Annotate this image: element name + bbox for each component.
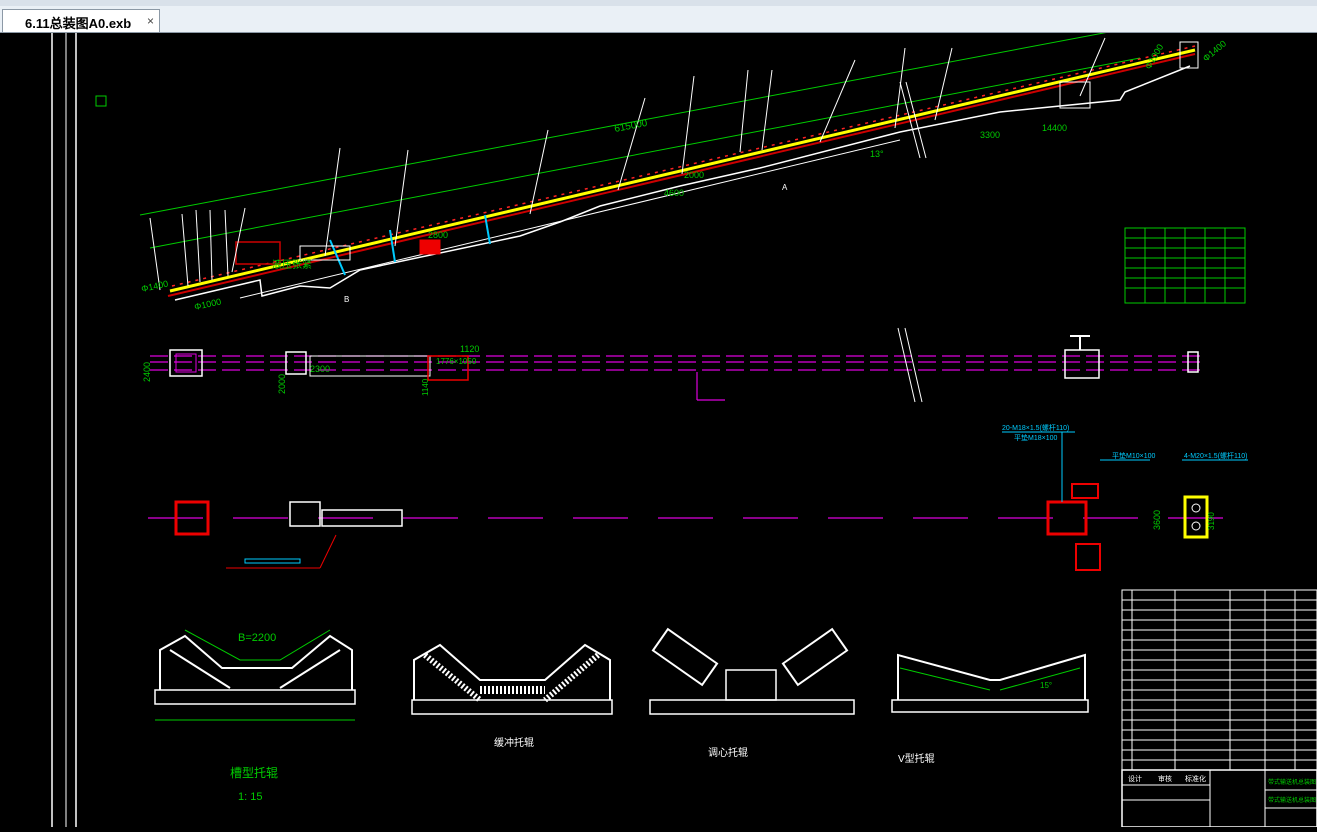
dim-3300: 3300 xyxy=(980,130,1000,140)
label-tension: 液压张紧 xyxy=(272,258,312,271)
v-idler-title: V型托辊 xyxy=(898,752,935,765)
title-block: 设计 审核 标准化 带式输送机总装图 带式输送机总装图 xyxy=(1121,769,1317,828)
plan-view: 2400 2000 2300 1120 1776×1050 1140 xyxy=(142,327,1205,403)
dim-3600: 3600 xyxy=(1152,510,1162,530)
drawing-canvas[interactable]: Φ1400 Φ1000 615000 Φ1000 Φ1400 13° 3300 … xyxy=(0,27,1317,828)
note-bolt-4: 4-M20×1.5(螺杆110) xyxy=(1184,451,1247,460)
trough-idler-title: 槽型托辊 xyxy=(230,766,278,780)
dim-d1: Φ1400 xyxy=(140,279,169,294)
title-block-name: 带式输送机总装图 xyxy=(1268,796,1316,804)
dim-d2: Φ1000 xyxy=(193,297,222,312)
dim-14400: 14400 xyxy=(1042,123,1067,133)
note-washer-18: 平垫M18×100 xyxy=(1014,433,1057,442)
note-washer-10: 平垫M10×100 xyxy=(1112,451,1155,460)
title-block-project: 带式输送机总装图 xyxy=(1268,778,1316,786)
dim-angle: 13° xyxy=(870,149,884,159)
trough-idler: B=2200 槽型托辊 1: 15 xyxy=(154,629,356,803)
dim-2000: 2000 xyxy=(684,170,704,180)
trough-scale: 1: 15 xyxy=(238,791,262,803)
buffer-idler-title: 缓冲托辊 xyxy=(494,736,534,749)
dim-plan-2000: 2000 xyxy=(277,374,287,394)
alignment-idler-title: 调心托辊 xyxy=(708,746,748,759)
dim-1120: 1120 xyxy=(460,344,479,354)
v-idler: 15° V型托辊 xyxy=(891,653,1089,765)
document-tab-bar: 6.11总装图A0.exb × xyxy=(0,6,1317,33)
dim-chute: 1776×1050 xyxy=(436,357,477,366)
parts-table-small xyxy=(1124,227,1246,304)
note-bolt-20: 20-M18×1.5(螺杆110) xyxy=(1002,423,1069,432)
dim-d4: Φ1400 xyxy=(1201,38,1228,63)
elevation-view: Φ1400 Φ1000 615000 Φ1000 Φ1400 13° 3300 … xyxy=(139,27,1228,312)
frame-lines xyxy=(51,33,107,827)
dim-3190: 3190 xyxy=(1207,512,1216,530)
section-view: 20-M18×1.5(螺杆110) 平垫M18×100 平垫M10×100 4-… xyxy=(148,423,1248,571)
v-idler-angle: 15° xyxy=(1040,681,1052,690)
leader-a: A xyxy=(782,183,788,192)
title-block-cell-standard: 标准化 xyxy=(1185,774,1206,783)
dim-2800: 2800 xyxy=(428,230,448,240)
close-icon[interactable]: × xyxy=(147,14,154,28)
dim-2400: 2400 xyxy=(142,362,152,382)
dim-2300: 2300 xyxy=(310,364,330,374)
leader-b: B xyxy=(344,295,349,304)
dim-4600: 4600 xyxy=(664,188,684,198)
title-block-cell-design: 设计 xyxy=(1128,774,1142,783)
bill-of-materials xyxy=(1121,589,1317,771)
buffer-idler: 缓冲托辊 xyxy=(411,643,613,749)
trough-width: B=2200 xyxy=(238,632,276,644)
alignment-idler: 调心托辊 xyxy=(649,627,855,759)
dim-total-length: 615000 xyxy=(613,118,648,135)
dim-1140: 1140 xyxy=(421,378,430,396)
document-tab-title: 6.11总装图A0.exb xyxy=(25,16,132,31)
title-block-cell-review: 审核 xyxy=(1158,774,1172,783)
document-tab[interactable]: 6.11总装图A0.exb × xyxy=(2,9,160,32)
